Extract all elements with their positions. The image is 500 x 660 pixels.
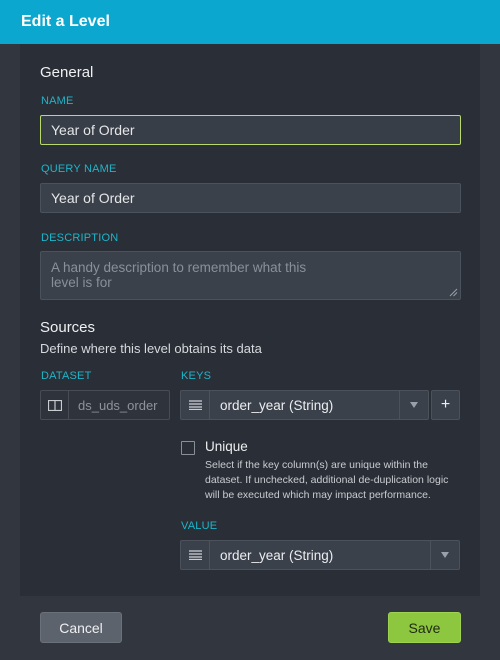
dialog-body: General NAME Year of Order QUERY NAME Ye… [20, 44, 480, 596]
sources-heading: Sources [40, 319, 96, 336]
add-key-button[interactable]: + [431, 390, 460, 420]
value-label: VALUE [181, 520, 218, 532]
unique-help: Select if the key column(s) are unique w… [205, 458, 485, 503]
query-name-value: Year of Order [51, 190, 135, 206]
drag-handle-icon[interactable] [181, 541, 210, 569]
value-select[interactable]: order_year (String) [180, 540, 460, 570]
cancel-button[interactable]: Cancel [40, 612, 122, 643]
keys-label: KEYS [181, 370, 212, 382]
name-value: Year of Order [51, 122, 135, 138]
dialog-title: Edit a Level [0, 0, 500, 44]
name-input[interactable]: Year of Order [40, 115, 461, 145]
description-label: DESCRIPTION [41, 232, 119, 244]
chevron-down-icon[interactable] [399, 391, 428, 419]
dataset-field[interactable]: ds_uds_order [40, 390, 170, 420]
chevron-down-icon[interactable] [430, 541, 459, 569]
dataset-value: ds_uds_order [78, 397, 158, 413]
query-name-input[interactable]: Year of Order [40, 183, 461, 213]
unique-label: Unique [205, 439, 248, 454]
general-heading: General [40, 64, 94, 81]
unique-help-line: will be executed which may impact perfor… [205, 489, 431, 501]
dialog-footer: Cancel Save [0, 596, 500, 660]
unique-checkbox[interactable] [181, 441, 195, 455]
drag-handle-icon[interactable] [181, 391, 210, 419]
query-name-label: QUERY NAME [41, 163, 117, 175]
unique-help-line: dataset. If unchecked, additional de-dup… [205, 474, 449, 486]
sources-subtitle: Define where this level obtains its data [40, 341, 262, 356]
name-label: NAME [41, 95, 74, 107]
dataset-label: DATASET [41, 370, 92, 382]
description-placeholder: A handy description to remember what thi… [51, 260, 307, 290]
keys-select[interactable]: order_year (String) [180, 390, 429, 420]
keys-value: order_year (String) [220, 397, 334, 413]
save-button[interactable]: Save [388, 612, 461, 643]
value-value: order_year (String) [220, 547, 334, 563]
description-textarea[interactable]: A handy description to remember what thi… [40, 251, 461, 300]
table-icon [41, 391, 69, 419]
unique-help-line: Select if the key column(s) are unique w… [205, 459, 428, 471]
resize-handle-icon[interactable] [448, 287, 458, 297]
